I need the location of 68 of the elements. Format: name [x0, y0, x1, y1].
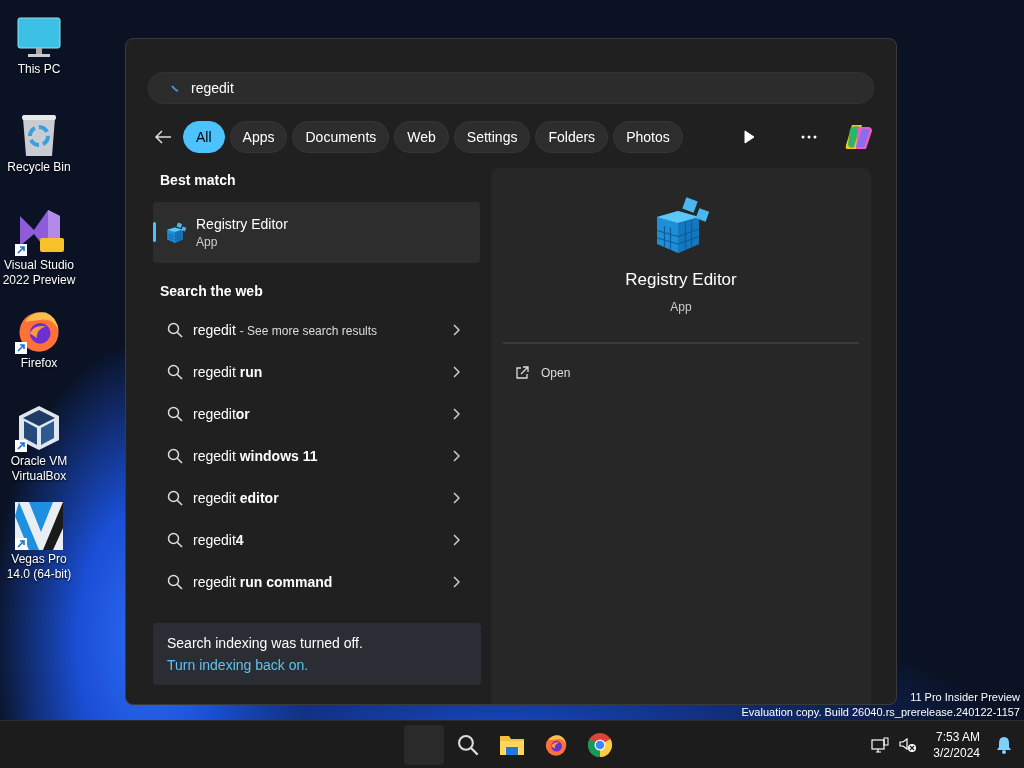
muted-speaker-icon — [899, 736, 918, 753]
folder-icon — [499, 733, 525, 756]
chevron-right-icon — [452, 576, 460, 588]
web-suggestion[interactable]: regedit4 — [193, 532, 442, 548]
app-title: Registry Editor — [196, 216, 288, 232]
filter-tab[interactable]: Settings — [453, 121, 531, 153]
recycle-bin-icon — [19, 112, 59, 158]
desktop-icon-label[interactable]: Vegas Pro 14.0 (64-bit) — [1, 552, 77, 582]
play-icon — [743, 130, 755, 144]
chevron-right-icon — [452, 534, 460, 546]
section-heading: Search the web — [159, 282, 264, 301]
chevron-right-icon — [452, 408, 460, 420]
bell-icon[interactable] — [996, 735, 1012, 754]
best-match-item[interactable]: Registry Editor App — [153, 202, 480, 263]
section-heading: Best match — [159, 171, 237, 190]
cube-icon — [16, 404, 62, 452]
firefox-icon — [544, 732, 568, 757]
chevron-right-icon — [452, 450, 460, 462]
copilot-button[interactable] — [844, 122, 874, 152]
filter-tab[interactable]: Documents — [292, 121, 390, 153]
search-icon — [167, 574, 183, 590]
network-icon — [871, 736, 890, 753]
search-icon — [167, 322, 183, 338]
more-icon — [801, 135, 817, 139]
web-suggestion[interactable]: regedit editor — [193, 490, 442, 506]
search-icon — [457, 733, 479, 756]
web-suggestion[interactable]: regedit - See more search results — [193, 322, 442, 338]
desktop-icon-label[interactable]: Oracle VM VirtualBox — [1, 454, 77, 484]
clock-date[interactable]: 3/2/2024 — [933, 744, 980, 761]
external-link-icon — [515, 366, 529, 380]
registry-cubes-icon — [165, 221, 187, 244]
monitor-icon — [16, 16, 62, 60]
web-suggestion[interactable]: regedit windows 11 — [193, 448, 442, 464]
app-type: App — [670, 300, 692, 314]
back-arrow-icon — [154, 130, 172, 144]
filter-tab[interactable]: All — [183, 121, 225, 153]
watermark-text: 11 Pro Insider Preview — [910, 690, 1020, 705]
clock-time[interactable]: 7:53 AM — [935, 728, 980, 745]
notice-text: Search indexing was turned off. — [167, 635, 364, 651]
indexing-link[interactable]: Turn indexing back on. — [167, 657, 467, 673]
search-icon — [167, 406, 183, 422]
desktop-icon-label[interactable]: Recycle Bin — [1, 160, 77, 175]
search-icon — [167, 448, 183, 464]
search-icon — [167, 532, 183, 548]
vegas-icon — [15, 502, 63, 550]
filter-tab[interactable]: Apps — [229, 121, 288, 153]
chrome-icon — [587, 731, 613, 758]
copilot-icon — [844, 123, 874, 151]
loading-spinner-icon — [171, 84, 179, 92]
filter-tab[interactable]: Photos — [613, 121, 683, 153]
filter-tab[interactable]: Web — [394, 121, 449, 153]
app-type: App — [196, 235, 219, 249]
chevron-right-icon — [452, 324, 460, 336]
desktop-icon-label[interactable]: Firefox — [1, 356, 77, 371]
desktop-icon-label[interactable]: Visual Studio 2022 Preview — [1, 258, 77, 288]
search-field[interactable]: regedit — [148, 72, 874, 104]
watermark-text: Evaluation copy. Build 26040.rs_prerelease.240122-1157 — [741, 705, 1020, 720]
chevron-right-icon — [452, 366, 460, 378]
app-title: Registry Editor — [625, 270, 737, 290]
desktop-icon-label[interactable]: This PC — [1, 62, 77, 77]
chevron-right-icon — [452, 492, 460, 504]
web-suggestion[interactable]: regeditor — [193, 406, 442, 422]
web-suggestion[interactable]: regedit run command — [193, 574, 442, 590]
open-action[interactable]: Open — [515, 358, 871, 388]
search-icon — [167, 490, 183, 506]
search-icon — [167, 364, 183, 380]
web-suggestion[interactable]: regedit run — [193, 364, 442, 380]
filter-tab[interactable]: Folders — [535, 121, 609, 153]
